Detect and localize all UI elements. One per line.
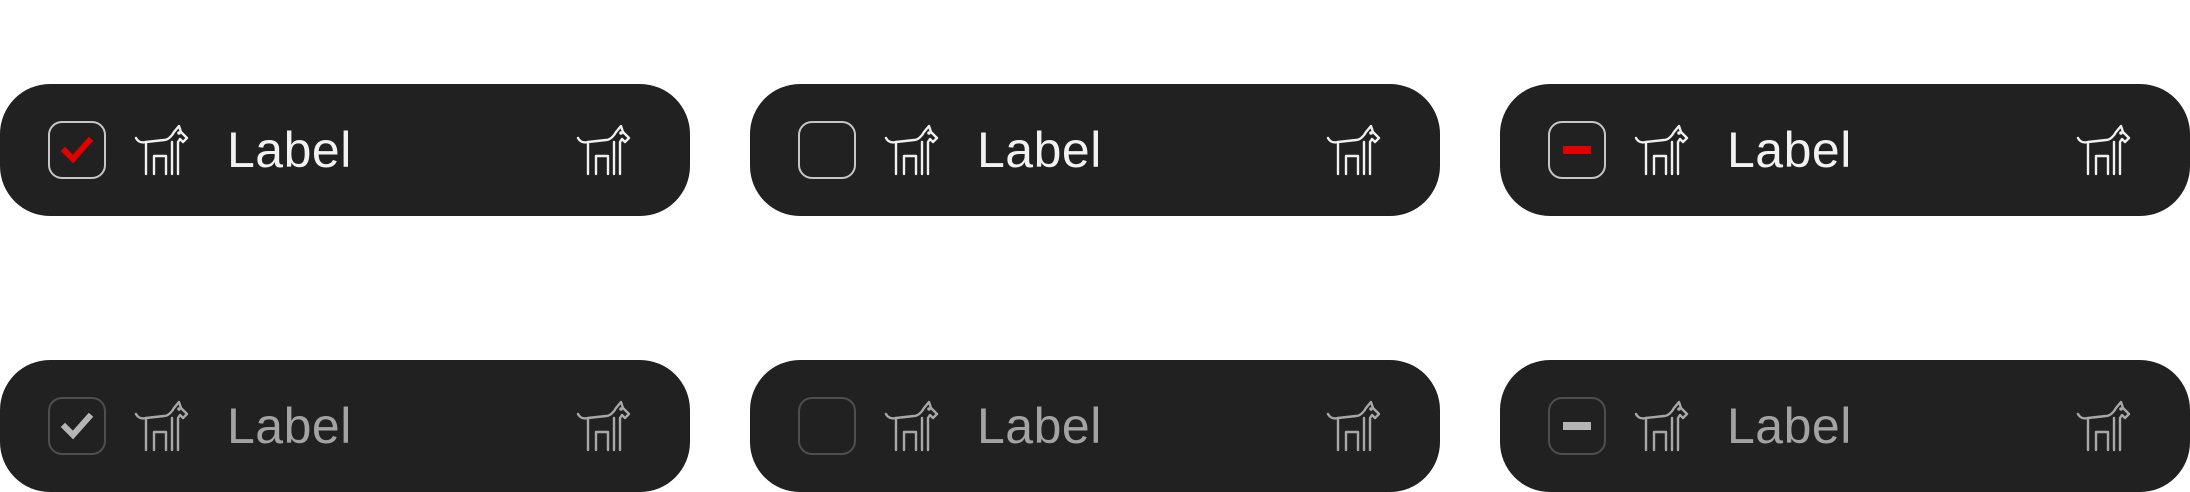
checkbox-label: Label (227, 398, 352, 454)
minus-icon (1563, 146, 1591, 154)
checkbox-showcase: Label Label Label Label Label Label (0, 0, 2190, 492)
checkbox-unchecked[interactable] (798, 121, 856, 179)
checkmark-icon (60, 136, 94, 164)
dog-icon (1326, 400, 1381, 452)
dog-icon (134, 400, 189, 452)
checkbox-checked[interactable] (48, 121, 106, 179)
checkbox-label: Label (977, 398, 1102, 454)
checkmark-icon (60, 412, 94, 440)
dog-icon (1634, 400, 1689, 452)
checkbox-item-indeterminate-disabled: Label (1500, 360, 2190, 492)
checkbox-label: Label (1727, 122, 1852, 178)
checkbox-label: Label (977, 122, 1102, 178)
dog-icon (576, 400, 631, 452)
checkbox-label: Label (1727, 398, 1852, 454)
checkbox-item-checked[interactable]: Label (0, 84, 690, 216)
dog-icon (884, 400, 939, 452)
dog-icon (2076, 400, 2131, 452)
dog-icon (884, 124, 939, 176)
dog-icon (1326, 124, 1381, 176)
dog-icon (134, 124, 189, 176)
checkbox-checked-disabled (48, 397, 106, 455)
checkbox-unchecked-disabled (798, 397, 856, 455)
checkbox-item-unchecked[interactable]: Label (750, 84, 1440, 216)
minus-icon (1563, 422, 1591, 430)
checkbox-indeterminate-disabled (1548, 397, 1606, 455)
dog-icon (1634, 124, 1689, 176)
checkbox-item-indeterminate[interactable]: Label (1500, 84, 2190, 216)
checkbox-item-unchecked-disabled: Label (750, 360, 1440, 492)
dog-icon (2076, 124, 2131, 176)
checkbox-indeterminate[interactable] (1548, 121, 1606, 179)
checkbox-item-checked-disabled: Label (0, 360, 690, 492)
dog-icon (576, 124, 631, 176)
checkbox-label: Label (227, 122, 352, 178)
